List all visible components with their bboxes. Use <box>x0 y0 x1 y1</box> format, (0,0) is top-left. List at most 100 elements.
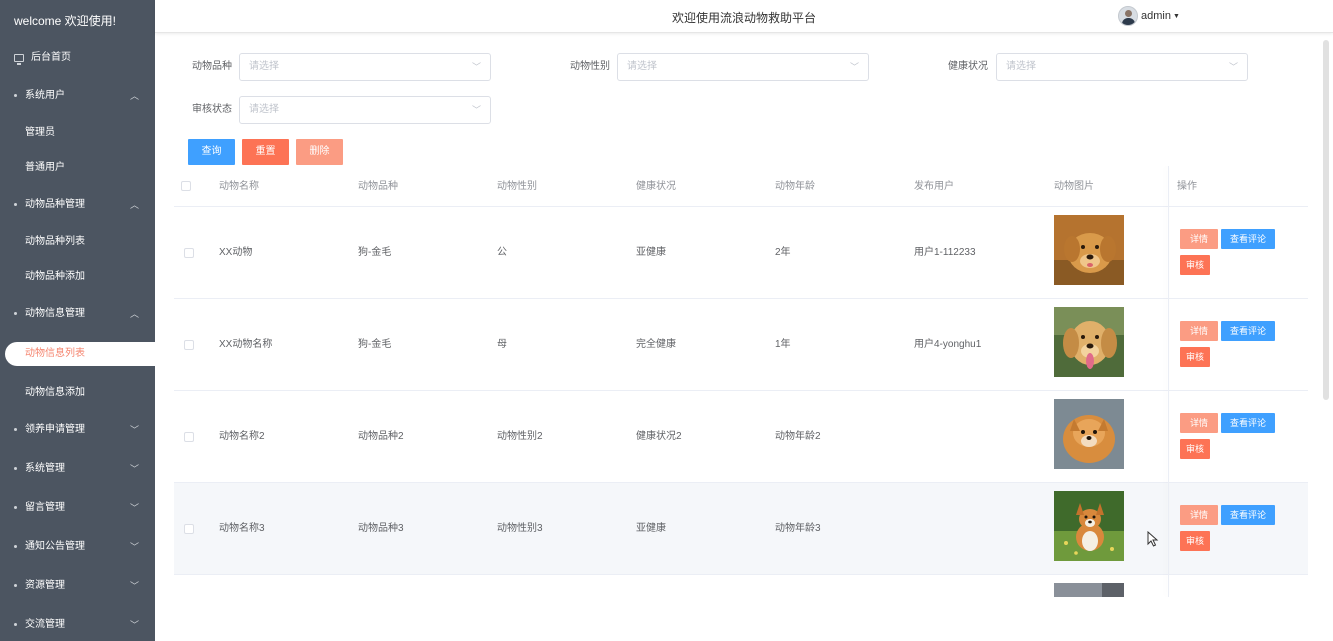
animal-breed: 动物品种3 <box>358 523 404 534</box>
reset-button[interactable]: 重置 <box>242 139 289 165</box>
sidebar-group-messages[interactable]: 留言管理 ﹀ <box>0 498 155 518</box>
sidebar-item-label: 动物品种列表 <box>25 236 85 247</box>
table-row[interactable] <box>174 575 1308 597</box>
column-header[interactable]: 动物图片 <box>1054 166 1094 207</box>
row-checkbox[interactable] <box>184 432 194 442</box>
bullet-icon <box>14 583 17 587</box>
animal-breed: 狗-金毛 <box>358 339 392 350</box>
sidebar-item-label: 系统用户 <box>25 90 65 101</box>
sidebar-group-system-users[interactable]: 系统用户 ︿ <box>0 86 155 106</box>
monitor-icon <box>14 54 24 65</box>
view-comments-button[interactable]: 查看评论 <box>1221 229 1275 249</box>
delete-button[interactable]: 删除 <box>296 139 343 165</box>
sidebar-welcome: welcome 欢迎使用! <box>14 14 117 28</box>
audit-button[interactable]: 审核 <box>1180 439 1210 459</box>
detail-button[interactable]: 详情 <box>1180 229 1218 249</box>
table-row[interactable]: XX动物 狗-金毛 公 亚健康 2年 用户1-112233 详情 查看评论 审核 <box>174 207 1308 299</box>
column-header[interactable]: 动物性别 <box>497 166 537 207</box>
health-select[interactable]: 请选择 ﹀ <box>996 53 1248 81</box>
column-header[interactable]: 动物名称 <box>219 166 259 207</box>
column-header[interactable]: 发布用户 <box>914 166 954 207</box>
sidebar-item-animal-add[interactable]: 动物信息添加 <box>0 383 155 403</box>
animal-breed: 动物品种2 <box>358 431 404 442</box>
table-header: 动物名称 动物品种 动物性别 健康状况 动物年龄 发布用户 动物图片 操作 <box>174 166 1308 207</box>
animal-image[interactable] <box>1054 491 1124 561</box>
column-header[interactable]: 动物品种 <box>358 166 398 207</box>
gender-filter-label: 动物性别 <box>570 61 610 72</box>
select-all-checkbox[interactable] <box>181 181 191 191</box>
sidebar-item-label: 交流管理 <box>25 619 65 630</box>
select-placeholder: 请选择 <box>249 104 279 115</box>
scrollbar[interactable] <box>1323 40 1329 400</box>
detail-button[interactable]: 详情 <box>1180 505 1218 525</box>
animal-image[interactable] <box>1054 215 1124 285</box>
sidebar-item-label: 通知公告管理 <box>25 541 85 552</box>
animal-image[interactable] <box>1054 307 1124 377</box>
sidebar-group-adoption[interactable]: 领养申请管理 ﹀ <box>0 420 155 440</box>
row-checkbox[interactable] <box>184 248 194 258</box>
animal-age: 1年 <box>775 339 791 350</box>
row-checkbox[interactable] <box>184 340 194 350</box>
audit-button[interactable]: 审核 <box>1180 255 1210 275</box>
mouse-cursor-icon <box>1147 531 1159 547</box>
column-header[interactable]: 动物年龄 <box>775 166 815 207</box>
table-row[interactable]: 动物名称2 动物品种2 动物性别2 健康状况2 动物年龄2 详情 查看评论 审核 <box>174 391 1308 483</box>
sidebar-item-animal-list[interactable]: 动物信息列表 <box>5 342 155 366</box>
chevron-down-icon: ﹀ <box>849 62 859 72</box>
bullet-icon <box>14 505 17 509</box>
select-placeholder: 请选择 <box>249 61 279 72</box>
view-comments-button[interactable]: 查看评论 <box>1221 413 1275 433</box>
sidebar-item-admin[interactable]: 管理员 <box>0 123 155 143</box>
animal-image[interactable] <box>1054 583 1124 597</box>
chevron-down-icon: ﹀ <box>129 542 139 552</box>
sidebar-item-label: 动物品种添加 <box>25 271 85 282</box>
sidebar-group-breed[interactable]: 动物品种管理 ︿ <box>0 195 155 215</box>
row-checkbox[interactable] <box>184 524 194 534</box>
health-filter-label: 健康状况 <box>948 61 988 72</box>
animal-name: XX动物名称 <box>219 339 273 350</box>
view-comments-button[interactable]: 查看评论 <box>1221 321 1275 341</box>
table-row[interactable]: XX动物名称 狗-金毛 母 完全健康 1年 用户4-yonghu1 详情 查看评… <box>174 299 1308 391</box>
sidebar-item-breed-add[interactable]: 动物品种添加 <box>0 267 155 287</box>
sidebar-group-notices[interactable]: 通知公告管理 ﹀ <box>0 537 155 557</box>
animal-gender: 动物性别3 <box>497 523 543 534</box>
chevron-down-icon: ﹀ <box>129 620 139 630</box>
breed-filter-label: 动物品种 <box>192 61 232 72</box>
animal-health: 健康状况2 <box>636 431 682 442</box>
sidebar-group-resources[interactable]: 资源管理 ﹀ <box>0 576 155 596</box>
view-comments-button[interactable]: 查看评论 <box>1221 505 1275 525</box>
user-menu[interactable]: admin ▼ <box>1118 6 1180 26</box>
column-header[interactable]: 健康状况 <box>636 166 676 207</box>
sidebar-group-animal-info[interactable]: 动物信息管理 ︿ <box>0 304 155 324</box>
select-placeholder: 请选择 <box>1006 61 1036 72</box>
chevron-down-icon: ﹀ <box>129 425 139 435</box>
sidebar-group-exchange[interactable]: 交流管理 ﹀ <box>0 615 155 635</box>
audit-button[interactable]: 审核 <box>1180 347 1210 367</box>
sidebar-group-system[interactable]: 系统管理 ﹀ <box>0 459 155 479</box>
audit-button[interactable]: 审核 <box>1180 531 1210 551</box>
animal-breed: 狗-金毛 <box>358 247 392 258</box>
sidebar-item-home[interactable]: 后台首页 <box>14 50 71 66</box>
animal-health: 亚健康 <box>636 523 666 534</box>
chevron-up-icon: ︿ <box>129 309 139 319</box>
chevron-down-icon: ﹀ <box>129 464 139 474</box>
animal-image[interactable] <box>1054 399 1124 469</box>
animal-gender: 动物性别2 <box>497 431 543 442</box>
detail-button[interactable]: 详情 <box>1180 321 1218 341</box>
chevron-down-icon: ﹀ <box>129 503 139 513</box>
gender-select[interactable]: 请选择 ﹀ <box>617 53 869 81</box>
search-button[interactable]: 查询 <box>188 139 235 165</box>
table-row[interactable]: 动物名称3 动物品种3 动物性别3 亚健康 动物年龄3 详情 查看评论 审核 <box>174 483 1308 575</box>
audit-select[interactable]: 请选择 ﹀ <box>239 96 491 124</box>
animal-gender: 公 <box>497 247 507 258</box>
bullet-icon <box>14 544 17 548</box>
sidebar-item-normal-user[interactable]: 普通用户 <box>0 158 155 178</box>
detail-button[interactable]: 详情 <box>1180 413 1218 433</box>
select-placeholder: 请选择 <box>627 61 657 72</box>
breed-select[interactable]: 请选择 ﹀ <box>239 53 491 81</box>
bullet-icon <box>14 466 17 470</box>
chevron-down-icon: ﹀ <box>471 62 481 72</box>
sidebar-item-label: 管理员 <box>25 127 55 138</box>
sidebar-item-breed-list[interactable]: 动物品种列表 <box>0 232 155 252</box>
caret-down-icon: ▼ <box>1172 12 1180 20</box>
